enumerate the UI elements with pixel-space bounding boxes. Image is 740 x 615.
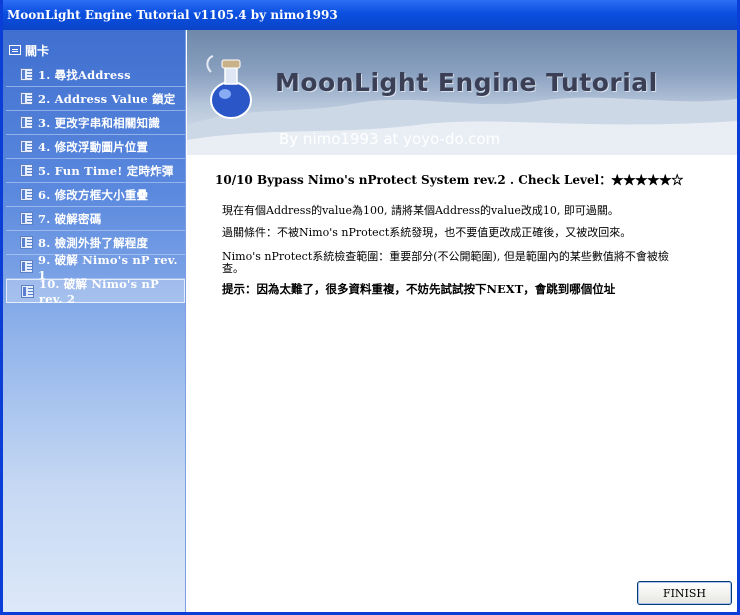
sidebar-item-level-4[interactable]: 4. 修改浮動圖片位置	[6, 135, 185, 159]
sidebar-item-level-2[interactable]: 2. Address Value 鎖定	[6, 87, 185, 111]
sidebar-item-label: 4. 修改浮動圖片位置	[38, 139, 149, 154]
sidebar-item-label: 1. 尋找Address	[38, 67, 131, 82]
title-bar: MoonLight Engine Tutorial v1105.4 by nim…	[3, 0, 737, 30]
sidebar-item-level-6[interactable]: 6. 修改方框大小重疊	[6, 183, 185, 207]
sidebar-item-level-10[interactable]: 10. 破解 Nimo's nP rev. 2	[6, 277, 185, 306]
page-icon	[20, 140, 33, 153]
sidebar-item-level-7[interactable]: 7. 破解密碼	[6, 207, 185, 231]
page-icon	[20, 260, 33, 273]
page-icon	[20, 236, 33, 249]
page-icon	[20, 212, 33, 225]
sidebar-item-level-5[interactable]: 5. Fun Time! 定時炸彈	[6, 159, 185, 183]
page-icon	[21, 284, 34, 298]
sidebar-item-label: 2. Address Value 鎖定	[38, 91, 176, 106]
finish-button[interactable]: FINISH	[637, 581, 732, 605]
collapse-icon[interactable]	[9, 45, 21, 55]
page-icon	[20, 116, 33, 129]
window-title: MoonLight Engine Tutorial v1105.4 by nim…	[7, 8, 338, 22]
level-heading: 10/10 Bypass Nimo's nProtect System rev.…	[215, 173, 684, 187]
page-icon	[20, 164, 33, 177]
sidebar-item-label: 6. 修改方框大小重疊	[38, 187, 149, 202]
pass-condition-text: 過關條件：不被Nimo's nProtect系統發現，也不要值更改成正確後，又被…	[222, 226, 632, 239]
sidebar-item-label: 8. 檢測外掛了解程度	[38, 235, 149, 250]
sidebar-item-label: 10. 破解 Nimo's nP rev. 2	[39, 277, 159, 306]
sidebar-item-label: 7. 破解密碼	[38, 211, 102, 226]
page-icon	[20, 68, 33, 81]
hint-text: 提示：因為太難了，很多資料重複，不妨先試試按下NEXT，會跳到哪個位址	[222, 282, 616, 296]
sidebar-header-label: 關卡	[25, 43, 50, 58]
page-icon	[20, 188, 33, 201]
sidebar-item-label: 3. 更改字串和相關知識	[38, 115, 160, 130]
objective-text: 現在有個Address的value為100, 請將某個Address的value…	[222, 204, 619, 217]
page-icon	[20, 92, 33, 105]
sidebar-item-label: 5. Fun Time! 定時炸彈	[38, 163, 174, 178]
sidebar: 關卡 1. 尋找Address 2. Address Value 鎖定 3. 更…	[3, 30, 186, 612]
sidebar-header[interactable]: 關卡	[9, 42, 49, 58]
level-list: 1. 尋找Address 2. Address Value 鎖定 3. 更改字串…	[6, 63, 185, 306]
app-window: MoonLight Engine Tutorial v1105.4 by nim…	[0, 0, 740, 615]
potion-bottle-icon	[206, 55, 252, 119]
banner-credit: By nimo1993 at yoyo-do.com	[279, 130, 501, 148]
sidebar-item-level-3[interactable]: 3. 更改字串和相關知識	[6, 111, 185, 135]
header-banner: MoonLight Engine Tutorial By nimo1993 at…	[187, 30, 737, 155]
check-range-text: Nimo's nProtect系統檢查範圍：重要部分(不公開範圍), 但是範圍內…	[222, 250, 669, 275]
sidebar-item-level-1[interactable]: 1. 尋找Address	[6, 63, 185, 87]
banner-title: MoonLight Engine Tutorial	[275, 68, 658, 97]
tutorial-content: 10/10 Bypass Nimo's nProtect System rev.…	[187, 155, 737, 575]
